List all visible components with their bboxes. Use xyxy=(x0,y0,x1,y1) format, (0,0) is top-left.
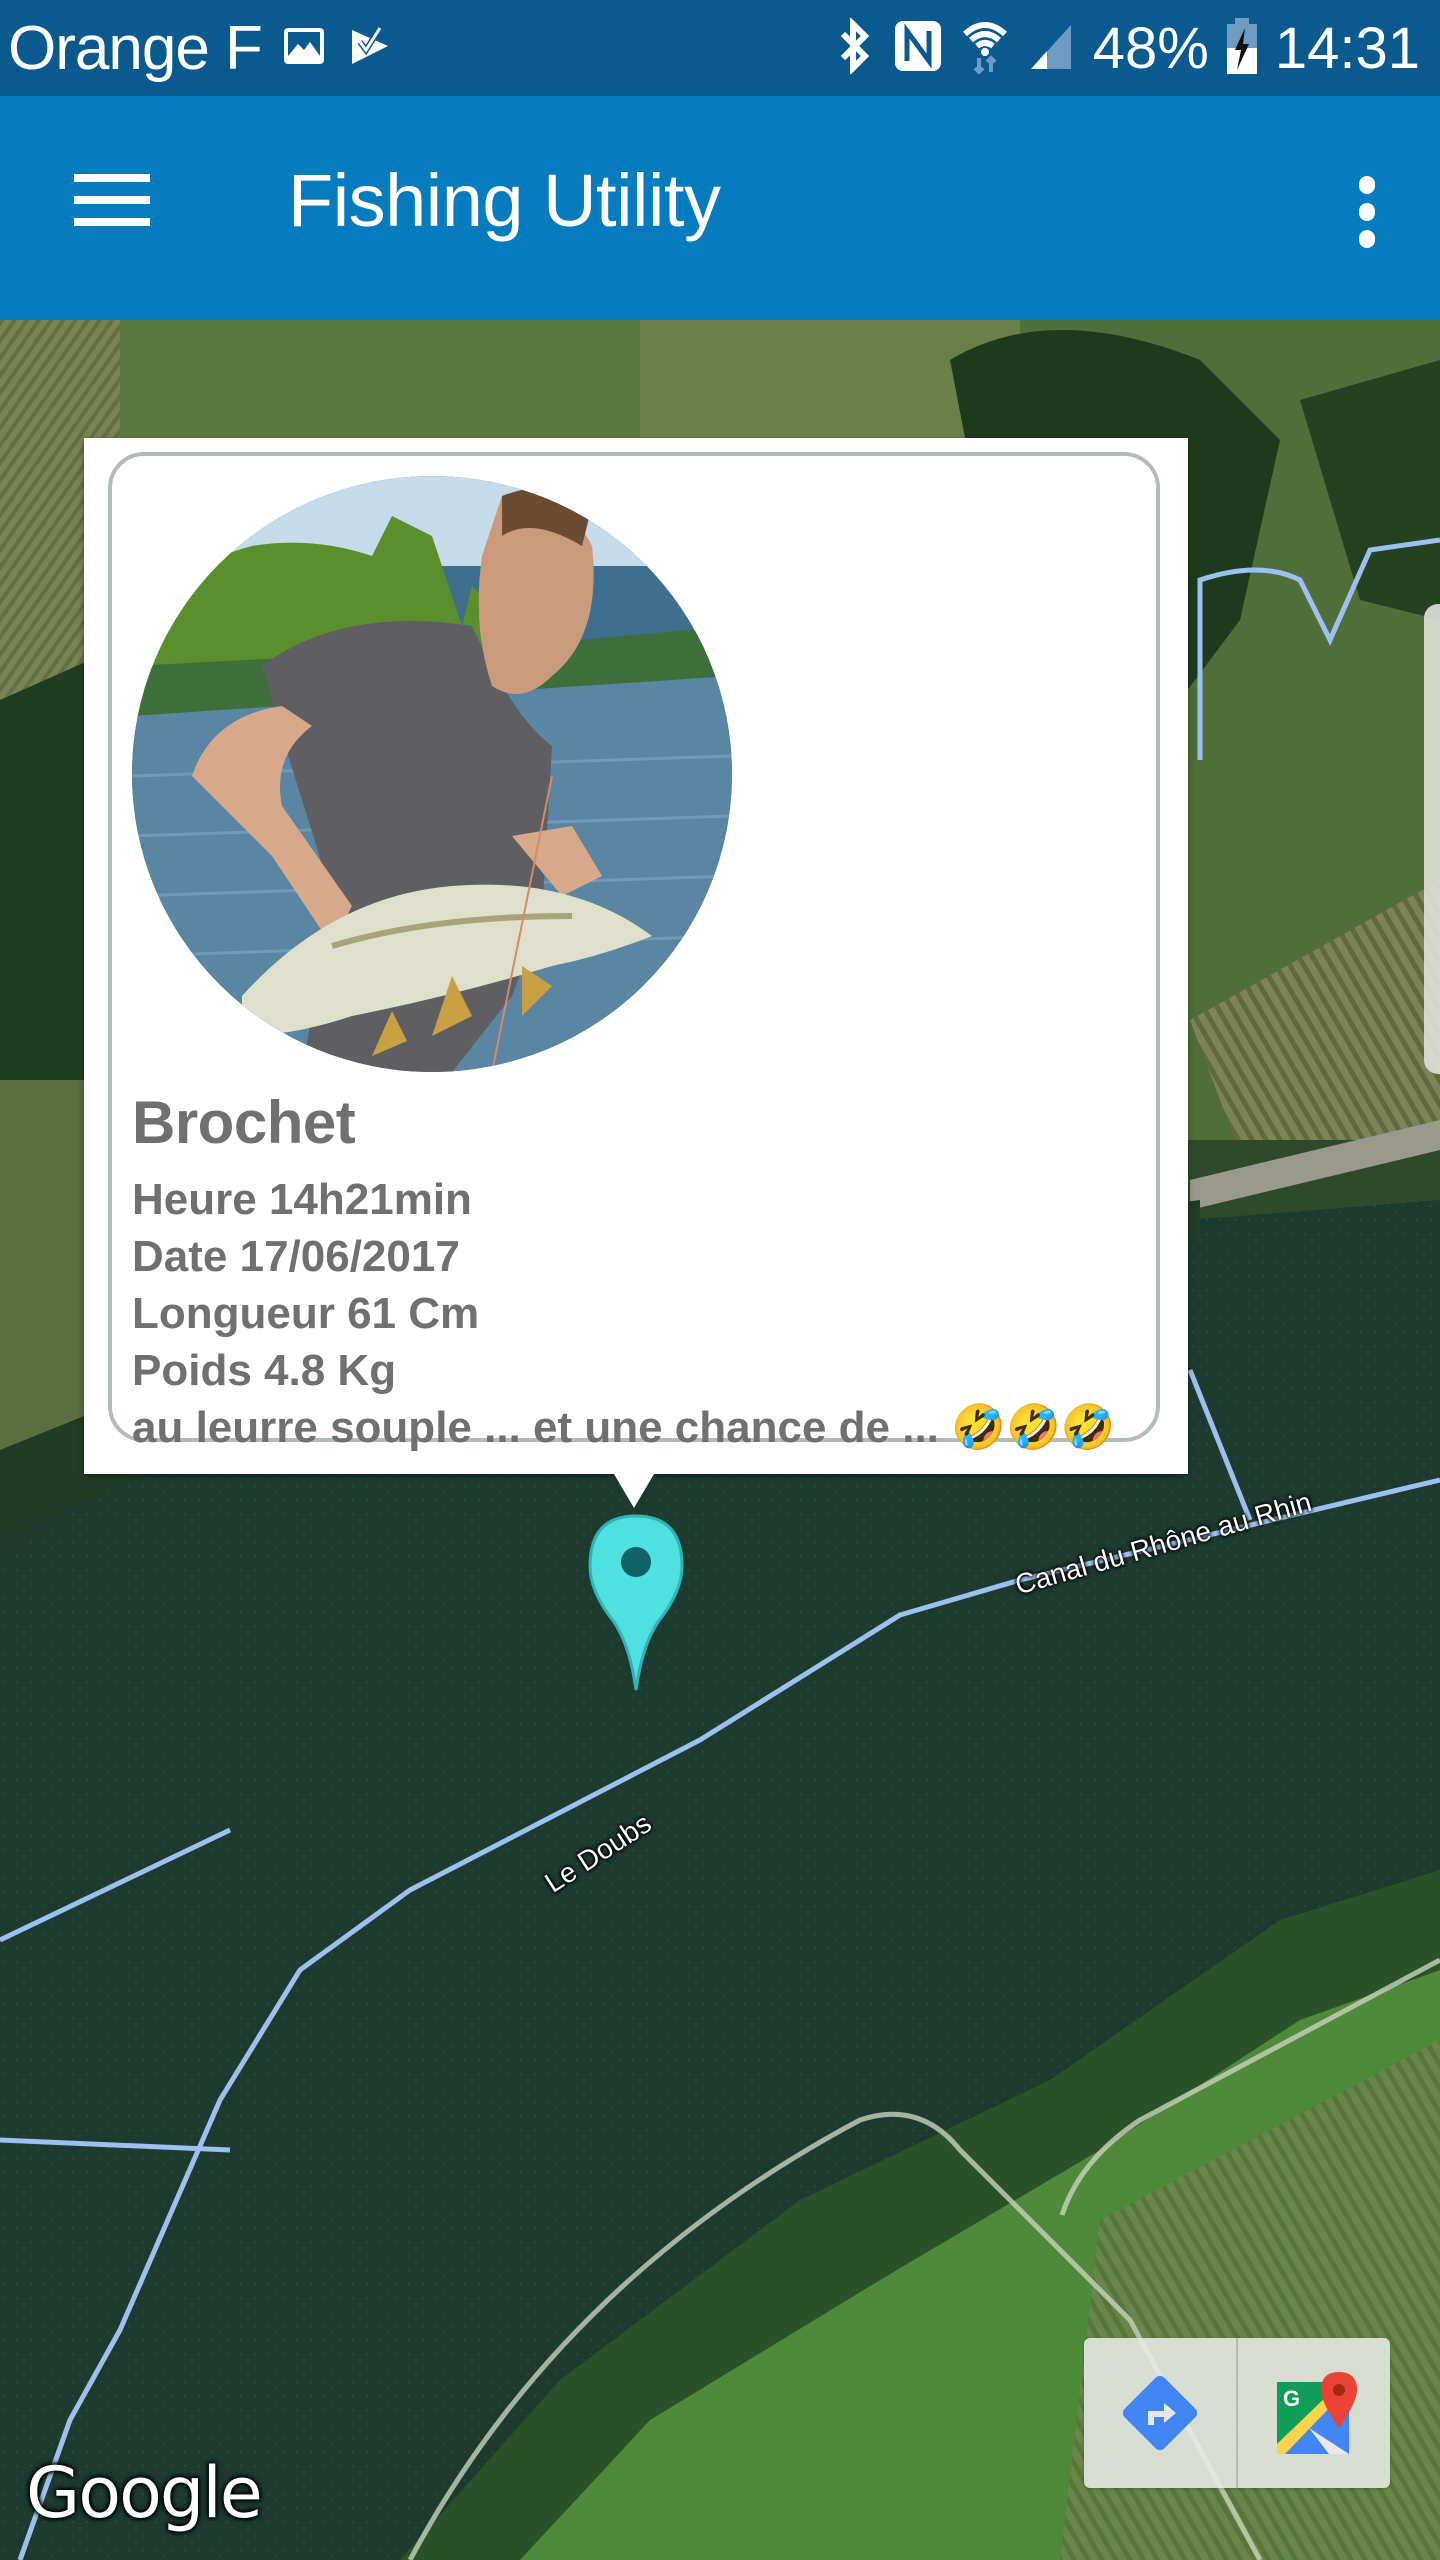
hamburger-menu-icon-bar xyxy=(74,196,150,204)
cellular-signal-icon xyxy=(1027,21,1075,76)
more-vert-icon-dot xyxy=(1359,203,1375,221)
navigation-menu-button[interactable] xyxy=(58,168,154,248)
catch-time: Heure 14h21min xyxy=(132,1175,472,1224)
catch-photo xyxy=(132,476,732,1072)
catch-location-marker[interactable] xyxy=(586,1512,686,1692)
task-check-icon xyxy=(346,22,394,75)
overflow-menu-button[interactable] xyxy=(1320,166,1410,256)
map-toolbar: G xyxy=(1084,2338,1390,2488)
catch-date: Date 17/06/2017 xyxy=(132,1232,460,1281)
carrier-name: Orange F xyxy=(8,13,263,83)
catch-comment: au leurre souple ... et une chance de ..… xyxy=(132,1403,939,1452)
hamburger-menu-icon-bar xyxy=(74,218,150,226)
more-vert-icon-dot xyxy=(1359,230,1375,248)
nfc-icon xyxy=(893,19,943,78)
google-maps-icon: G xyxy=(1277,2372,1357,2454)
bluetooth-icon xyxy=(835,16,875,79)
catch-info-window[interactable]: Brochet Heure 14h21min Date 17/06/2017 L… xyxy=(84,438,1188,1474)
species-name: Brochet xyxy=(132,1089,356,1156)
status-bar: Orange F 48% 14:31 xyxy=(0,0,1440,96)
clock: 14:31 xyxy=(1274,15,1420,81)
directions-button[interactable] xyxy=(1084,2338,1236,2488)
more-vert-icon xyxy=(1359,176,1375,194)
google-attribution: Google xyxy=(26,2452,263,2534)
catch-length: Longueur 61 Cm xyxy=(132,1289,480,1338)
app-bar: Fishing Utility xyxy=(0,96,1440,320)
catch-details: Brochet Heure 14h21min Date 17/06/2017 L… xyxy=(132,1088,1116,1456)
side-panel-edge[interactable] xyxy=(1424,604,1440,1074)
app-title: Fishing Utility xyxy=(288,159,721,242)
wifi-icon xyxy=(961,18,1009,79)
info-window-pointer xyxy=(614,1474,654,1508)
open-in-google-maps-button[interactable]: G xyxy=(1236,2338,1390,2488)
catch-weight: Poids 4.8 Kg xyxy=(132,1346,397,1395)
catch-card: Brochet Heure 14h21min Date 17/06/2017 L… xyxy=(108,452,1160,1452)
svg-text:G: G xyxy=(1283,2386,1300,2411)
image-icon xyxy=(280,22,328,75)
directions-icon xyxy=(1122,2375,1198,2451)
hamburger-menu-icon xyxy=(74,174,150,182)
battery-percent: 48% xyxy=(1092,15,1209,81)
rofl-emoji-icon: 🤣🤣🤣 xyxy=(951,1403,1116,1452)
catch-comment-line: au leurre souple ... et une chance de ..… xyxy=(132,1399,1116,1456)
battery-charging-icon xyxy=(1226,17,1257,79)
